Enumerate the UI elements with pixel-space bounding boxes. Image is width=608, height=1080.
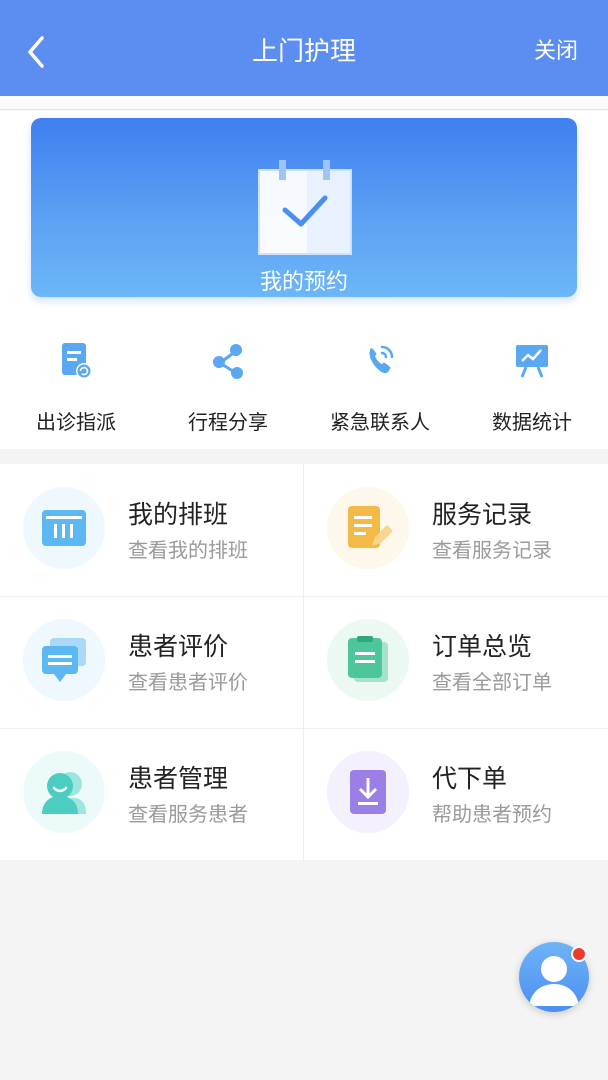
icon-circle bbox=[23, 619, 105, 701]
notes-edit-icon bbox=[348, 506, 392, 548]
quick-label: 数据统计 bbox=[492, 410, 572, 434]
my-appointment-banner[interactable]: 我的预约 bbox=[31, 118, 577, 297]
grid-item-subtitle: 查看服务记录 bbox=[432, 538, 552, 562]
quick-dispatch[interactable]: 出诊指派 bbox=[0, 341, 152, 441]
icon-circle bbox=[327, 751, 409, 833]
download-order-icon bbox=[350, 770, 386, 814]
grid-item-place-order[interactable]: 代下单 帮助患者预约 bbox=[304, 728, 607, 859]
patients-icon bbox=[42, 772, 86, 814]
header-divider bbox=[0, 96, 608, 110]
grid-item-service-records[interactable]: 服务记录 查看服务记录 bbox=[304, 464, 607, 595]
quick-label: 行程分享 bbox=[188, 410, 268, 434]
banner-label: 我的预约 bbox=[259, 270, 348, 295]
top-section: 我的预约 出诊指派 行程分享 紧急联系人 数据统计 bbox=[0, 111, 608, 449]
clipboard-icon bbox=[348, 636, 388, 682]
grid-item-title: 订单总览 bbox=[432, 632, 533, 661]
icon-circle bbox=[23, 751, 105, 833]
icon-circle bbox=[327, 487, 409, 569]
grid-item-subtitle: 帮助患者预约 bbox=[432, 802, 552, 826]
grid-item-subtitle: 查看患者评价 bbox=[128, 670, 248, 694]
phone-call-icon bbox=[369, 345, 394, 374]
grid-item-title: 患者管理 bbox=[128, 764, 229, 793]
grid-item-title: 患者评价 bbox=[128, 632, 229, 661]
grid-item-patient-management[interactable]: 患者管理 查看服务患者 bbox=[0, 728, 303, 859]
notification-dot bbox=[571, 946, 587, 962]
top-bar: 上门护理 关闭 bbox=[0, 0, 608, 96]
share-icon bbox=[213, 344, 243, 379]
grid-item-subtitle: 查看全部订单 bbox=[432, 670, 552, 694]
quick-label: 紧急联系人 bbox=[330, 410, 430, 434]
schedule-icon bbox=[42, 510, 86, 546]
chart-board-icon bbox=[516, 345, 548, 378]
grid-item-patient-reviews[interactable]: 患者评价 查看患者评价 bbox=[0, 596, 303, 727]
grid-item-my-schedule[interactable]: 我的排班 查看我的排班 bbox=[0, 464, 303, 595]
feature-grid: 我的排班 查看我的排班 服务记录 查看服务记录 患者评价 查看患者评价 订单总览… bbox=[0, 464, 608, 860]
quick-emergency-contact[interactable]: 紧急联系人 bbox=[304, 341, 456, 441]
page-title: 上门护理 bbox=[251, 37, 356, 67]
grid-item-title: 代下单 bbox=[432, 764, 508, 793]
grid-item-title: 服务记录 bbox=[432, 500, 533, 529]
icon-circle bbox=[327, 619, 409, 701]
quick-statistics[interactable]: 数据统计 bbox=[456, 341, 608, 441]
grid-item-order-overview[interactable]: 订单总览 查看全部订单 bbox=[304, 596, 607, 727]
grid-item-subtitle: 查看我的排班 bbox=[128, 538, 248, 562]
quick-actions: 出诊指派 行程分享 紧急联系人 数据统计 bbox=[0, 341, 608, 441]
grid-item-title: 我的排班 bbox=[128, 500, 229, 529]
quick-share-trip[interactable]: 行程分享 bbox=[152, 341, 304, 441]
close-button[interactable]: 关闭 bbox=[534, 36, 578, 68]
calendar-check-icon bbox=[258, 160, 352, 255]
quick-label: 出诊指派 bbox=[36, 410, 116, 434]
icon-circle bbox=[23, 487, 105, 569]
grid-item-subtitle: 查看服务患者 bbox=[128, 802, 248, 826]
dispatch-doc-icon bbox=[62, 343, 92, 379]
chat-bubbles-icon bbox=[42, 638, 86, 682]
